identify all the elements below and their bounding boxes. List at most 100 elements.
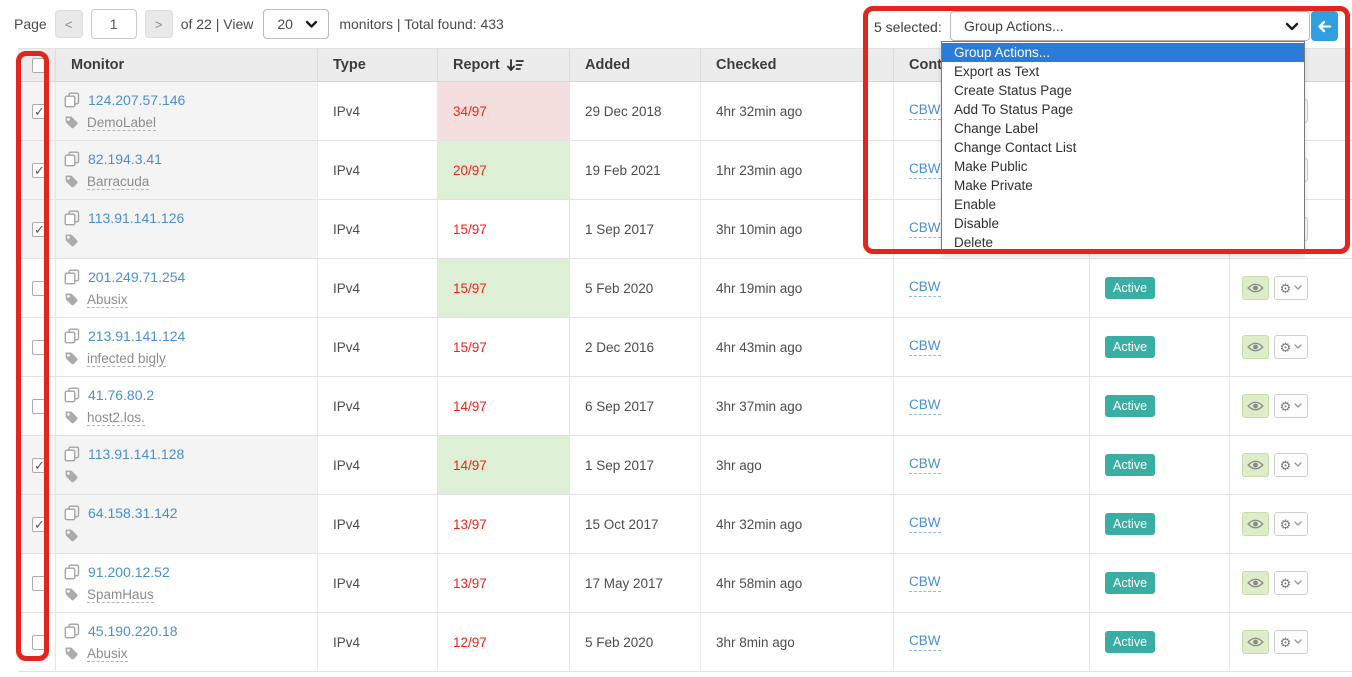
group-action-option[interactable]: Delete	[942, 233, 1304, 252]
monitor-link[interactable]: 213.91.141.124	[88, 328, 185, 344]
row-checkbox[interactable]	[32, 517, 47, 532]
contact-link[interactable]: CBW	[909, 633, 941, 651]
copy-icon[interactable]	[64, 269, 80, 285]
row-checkbox[interactable]	[32, 104, 47, 119]
contact-link[interactable]: CBW	[909, 338, 941, 356]
type-cell: IPv4	[318, 141, 438, 199]
page-input[interactable]	[91, 9, 137, 39]
group-action-option[interactable]: Create Status Page	[942, 81, 1304, 100]
status-cell: Active	[1090, 436, 1230, 494]
monitor-link[interactable]: 82.194.3.41	[88, 151, 162, 167]
contact-link[interactable]: CBW	[909, 574, 941, 592]
contact-link[interactable]: CBW	[909, 102, 941, 120]
row-checkbox[interactable]	[32, 340, 47, 355]
group-action-option[interactable]: Change Contact List	[942, 138, 1304, 157]
added-cell: 19 Feb 2021	[570, 141, 701, 199]
monitor-link[interactable]: 113.91.141.128	[88, 446, 184, 462]
contact-link[interactable]: CBW	[909, 220, 941, 238]
row-checkbox[interactable]	[32, 222, 47, 237]
row-checkbox[interactable]	[32, 163, 47, 178]
row-checkbox[interactable]	[32, 576, 47, 591]
report-cell: 15/97	[438, 200, 570, 258]
added-cell: 17 May 2017	[570, 554, 701, 612]
monitor-link[interactable]: 201.249.71.254	[88, 269, 185, 285]
group-action-option[interactable]: Group Actions...	[942, 43, 1304, 62]
monitor-link[interactable]: 64.158.31.142	[88, 505, 178, 521]
copy-icon[interactable]	[64, 92, 80, 108]
header-report[interactable]: Report	[438, 49, 570, 81]
contact-link[interactable]: CBW	[909, 456, 941, 474]
monitor-link[interactable]: 41.76.80.2	[88, 387, 154, 403]
contact-link[interactable]: CBW	[909, 397, 941, 415]
gear-icon: ⚙	[1280, 636, 1292, 649]
copy-icon[interactable]	[64, 387, 80, 403]
added-value: 1 Sep 2017	[585, 458, 654, 473]
view-report-button[interactable]	[1242, 276, 1269, 300]
gear-icon: ⚙	[1280, 459, 1292, 472]
report-value: 12/97	[453, 635, 487, 650]
view-report-button[interactable]	[1242, 335, 1269, 359]
prev-page-button[interactable]: <	[55, 10, 83, 38]
monitor-label[interactable]: Abusix	[87, 292, 128, 308]
monitor-cell: 124.207.57.146 DemoLabel	[56, 82, 318, 140]
monitor-link[interactable]: 45.190.220.18	[88, 623, 178, 639]
row-actions-button[interactable]: ⚙	[1274, 453, 1308, 477]
group-action-option[interactable]: Add To Status Page	[942, 100, 1304, 119]
group-action-option[interactable]: Export as Text	[942, 62, 1304, 81]
monitor-label[interactable]: infected bigly	[87, 351, 166, 367]
copy-icon[interactable]	[64, 564, 80, 580]
group-action-option[interactable]: Disable	[942, 214, 1304, 233]
row-actions-button[interactable]: ⚙	[1274, 335, 1308, 359]
checked-cell: 4hr 32min ago	[701, 495, 894, 553]
row-actions-button[interactable]: ⚙	[1274, 394, 1308, 418]
row-actions-button[interactable]: ⚙	[1274, 571, 1308, 595]
row-select-cell	[18, 436, 56, 494]
group-action-option[interactable]: Make Public	[942, 157, 1304, 176]
copy-icon[interactable]	[64, 151, 80, 167]
monitor-link[interactable]: 124.207.57.146	[88, 92, 185, 108]
monitor-label[interactable]: SpamHaus	[87, 587, 154, 603]
actions-cell: ⚙	[1230, 377, 1352, 435]
copy-icon[interactable]	[64, 505, 80, 521]
copy-icon[interactable]	[64, 623, 80, 639]
tag-icon	[64, 469, 79, 484]
monitor-link[interactable]: 91.200.12.52	[88, 564, 170, 580]
group-action-option[interactable]: Change Label	[942, 119, 1304, 138]
monitor-label[interactable]: Abusix	[87, 646, 128, 662]
row-actions-button[interactable]: ⚙	[1274, 276, 1308, 300]
monitor-label[interactable]: Barracuda	[87, 174, 149, 190]
row-actions-button[interactable]: ⚙	[1274, 630, 1308, 654]
row-checkbox[interactable]	[32, 281, 47, 296]
contact-link[interactable]: CBW	[909, 279, 941, 297]
monitor-label[interactable]: DemoLabel	[87, 115, 156, 131]
view-report-button[interactable]	[1242, 512, 1269, 536]
group-actions-select[interactable]: Group Actions...	[950, 11, 1310, 41]
type-value: IPv4	[333, 104, 360, 119]
row-actions-button[interactable]: ⚙	[1274, 512, 1308, 536]
view-report-button[interactable]	[1242, 571, 1269, 595]
copy-icon[interactable]	[64, 328, 80, 344]
view-report-button[interactable]	[1242, 630, 1269, 654]
view-count-select[interactable]: 20	[263, 9, 329, 39]
copy-icon[interactable]	[64, 210, 80, 226]
monitor-link[interactable]: 113.91.141.126	[88, 210, 184, 226]
row-checkbox[interactable]	[32, 458, 47, 473]
next-page-button[interactable]: >	[145, 10, 173, 38]
select-all-checkbox[interactable]	[32, 58, 47, 73]
checked-value: 4hr 32min ago	[716, 104, 802, 119]
back-button[interactable]	[1311, 11, 1338, 41]
view-report-button[interactable]	[1242, 453, 1269, 477]
row-checkbox[interactable]	[32, 635, 47, 650]
monitor-cell: 213.91.141.124 infected bigly	[56, 318, 318, 376]
monitor-label[interactable]: host2.los.	[87, 410, 145, 426]
group-action-option[interactable]: Make Private	[942, 176, 1304, 195]
row-checkbox[interactable]	[32, 399, 47, 414]
contact-link[interactable]: CBW	[909, 161, 941, 179]
view-report-button[interactable]	[1242, 394, 1269, 418]
contact-link[interactable]: CBW	[909, 515, 941, 533]
monitor-cell: 41.76.80.2 host2.los.	[56, 377, 318, 435]
added-value: 19 Feb 2021	[585, 163, 661, 178]
copy-icon[interactable]	[64, 446, 80, 462]
eye-icon	[1247, 282, 1264, 294]
group-action-option[interactable]: Enable	[942, 195, 1304, 214]
